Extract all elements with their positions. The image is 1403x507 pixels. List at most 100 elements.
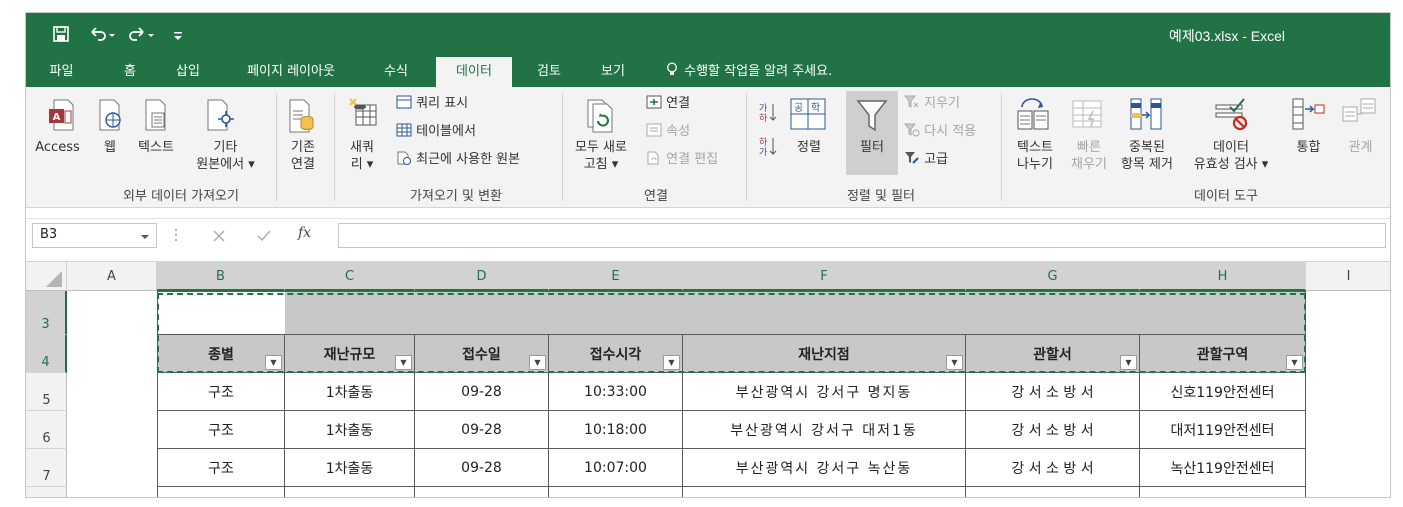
- name-box-dropdown-icon[interactable]: [140, 230, 150, 245]
- row-header-7[interactable]: 7: [26, 449, 67, 487]
- cancel-icon[interactable]: [212, 229, 226, 247]
- other-sources-button[interactable]: 기타 원본에서 ▾: [188, 139, 263, 173]
- table-cell[interactable]: 10:18:00: [549, 411, 683, 449]
- merged-cell-c3-h3[interactable]: [285, 291, 1306, 335]
- consolidate-button[interactable]: 통합: [1286, 139, 1331, 156]
- row-header-4[interactable]: 4: [26, 335, 67, 373]
- row-header-5[interactable]: 5: [26, 373, 67, 411]
- text-to-columns-button[interactable]: 텍스트 나누기: [1006, 139, 1064, 173]
- column-header-d[interactable]: D: [415, 262, 549, 291]
- column-header-c[interactable]: C: [285, 262, 415, 291]
- table-cell[interactable]: 신호119안전센터: [1140, 373, 1306, 411]
- web-button[interactable]: 웹: [92, 139, 128, 156]
- tab-file[interactable]: 파일: [34, 57, 89, 87]
- table-header-cell[interactable]: 재난지점 ▼: [683, 335, 966, 373]
- tell-me-box[interactable]: 수행할 작업을 알려 주세요.: [666, 57, 832, 87]
- table-cell[interactable]: [1140, 487, 1306, 497]
- access-button[interactable]: Access: [30, 139, 85, 156]
- table-cell[interactable]: 녹산119안전센터: [1140, 449, 1306, 487]
- table-cell[interactable]: 강 서 소 방 서: [966, 449, 1140, 487]
- tab-page-layout[interactable]: 페이지 레이아웃: [226, 57, 356, 87]
- tab-review[interactable]: 검토: [524, 57, 574, 87]
- edit-links-button[interactable]: 연결 편집: [646, 151, 718, 168]
- reapply-button[interactable]: 다시 적용: [903, 123, 976, 140]
- table-cell[interactable]: 구조: [157, 373, 285, 411]
- column-header-e[interactable]: E: [549, 262, 683, 291]
- filter-dropdown-icon[interactable]: ▼: [529, 355, 546, 370]
- column-header-f[interactable]: F: [683, 262, 966, 291]
- filter-dropdown-icon[interactable]: ▼: [946, 355, 963, 370]
- table-cell[interactable]: 1차출동: [285, 411, 415, 449]
- column-header-g[interactable]: G: [966, 262, 1140, 291]
- table-cell[interactable]: 강 서 소 방 서: [966, 411, 1140, 449]
- worksheet-grid[interactable]: 종별 ▼ 재난규모 ▼ 접수일 ▼ 접수시각 ▼ 재난지점 ▼ 관할서 ▼ 관할구역 ▼ 구조…: [67, 291, 1390, 497]
- table-cell[interactable]: 1차출동: [285, 449, 415, 487]
- row-header-6[interactable]: 6: [26, 411, 67, 449]
- column-header-h[interactable]: H: [1140, 262, 1306, 291]
- tab-home[interactable]: 홈: [110, 57, 150, 87]
- table-cell[interactable]: 부산광역시 강서구 명지동: [683, 373, 966, 411]
- table-header-cell[interactable]: 접수시각 ▼: [549, 335, 683, 373]
- table-cell[interactable]: 강 서 소 방 서: [966, 373, 1140, 411]
- data-validation-button[interactable]: 데이터 유효성 검사 ▾: [1181, 139, 1281, 173]
- table-cell[interactable]: 09-28: [415, 449, 549, 487]
- customize-qat-icon[interactable]: [172, 23, 184, 45]
- insert-function-icon[interactable]: fx: [298, 225, 311, 241]
- remove-duplicates-button[interactable]: 중복된 항목 제거: [1114, 139, 1180, 173]
- table-cell[interactable]: [549, 487, 683, 497]
- table-header-cell[interactable]: 접수일 ▼: [415, 335, 549, 373]
- save-icon[interactable]: [52, 23, 70, 45]
- filter-button[interactable]: 필터: [846, 91, 898, 175]
- recent-sources-button[interactable]: 최근에 사용한 원본: [396, 151, 520, 168]
- filter-dropdown-icon[interactable]: ▼: [265, 355, 282, 370]
- row-header-3[interactable]: 3: [26, 291, 67, 335]
- table-header-cell[interactable]: 관할서 ▼: [966, 335, 1140, 373]
- enter-icon[interactable]: [256, 229, 272, 247]
- table-cell[interactable]: [415, 487, 549, 497]
- column-header-b[interactable]: B: [157, 262, 285, 291]
- refresh-all-button[interactable]: 모두 새로 고침 ▾: [566, 139, 636, 173]
- table-header-cell[interactable]: 관할구역 ▼: [1140, 335, 1306, 373]
- table-cell[interactable]: 부산광역시 강서구 녹산동: [683, 449, 966, 487]
- table-cell[interactable]: [157, 487, 285, 497]
- properties-button[interactable]: 속성: [646, 123, 690, 140]
- advanced-filter-button[interactable]: 고급: [904, 151, 948, 168]
- existing-connections-button[interactable]: 기존 연결: [278, 139, 328, 173]
- filter-dropdown-icon[interactable]: ▼: [1120, 355, 1137, 370]
- table-cell[interactable]: 10:07:00: [549, 449, 683, 487]
- table-cell[interactable]: 대저119안전센터: [1140, 411, 1306, 449]
- table-cell[interactable]: 09-28: [415, 411, 549, 449]
- show-queries-button[interactable]: 쿼리 표시: [396, 95, 468, 112]
- name-box[interactable]: B3: [32, 223, 157, 248]
- undo-icon[interactable]: [88, 23, 118, 45]
- table-header-cell[interactable]: 종별 ▼: [157, 335, 285, 373]
- table-cell[interactable]: [285, 487, 415, 497]
- filter-dropdown-icon[interactable]: ▼: [395, 355, 412, 370]
- new-query-button[interactable]: 새쿼 리 ▾: [341, 139, 383, 173]
- connections-button[interactable]: 연결: [646, 95, 690, 112]
- cell-b3[interactable]: [157, 291, 285, 335]
- sort-button[interactable]: 정렬: [788, 139, 830, 156]
- sort-ascending-icon[interactable]: 가하: [759, 101, 777, 127]
- relationships-button[interactable]: 관계: [1338, 139, 1383, 156]
- table-cell[interactable]: 10:33:00: [549, 373, 683, 411]
- redo-icon[interactable]: [127, 23, 157, 45]
- table-cell[interactable]: 구조: [157, 449, 285, 487]
- column-header-i[interactable]: I: [1306, 262, 1390, 291]
- table-cell[interactable]: [683, 487, 966, 497]
- clear-filter-button[interactable]: 지우기: [903, 95, 960, 112]
- flash-fill-button[interactable]: 빠른 채우기: [1064, 139, 1114, 173]
- tab-formulas[interactable]: 수식: [371, 57, 421, 87]
- column-header-a[interactable]: A: [67, 262, 157, 291]
- tab-view[interactable]: 보기: [588, 57, 638, 87]
- table-header-cell[interactable]: 재난규모 ▼: [285, 335, 415, 373]
- from-table-button[interactable]: 테이블에서: [396, 123, 476, 140]
- tab-data[interactable]: 데이터: [436, 57, 512, 87]
- formula-input[interactable]: [338, 223, 1386, 248]
- table-cell[interactable]: [966, 487, 1140, 497]
- table-cell[interactable]: 구조: [157, 411, 285, 449]
- filter-dropdown-icon[interactable]: ▼: [663, 355, 680, 370]
- text-button[interactable]: 텍스트: [131, 139, 181, 156]
- filter-dropdown-icon[interactable]: ▼: [1286, 355, 1303, 370]
- table-cell[interactable]: 1차출동: [285, 373, 415, 411]
